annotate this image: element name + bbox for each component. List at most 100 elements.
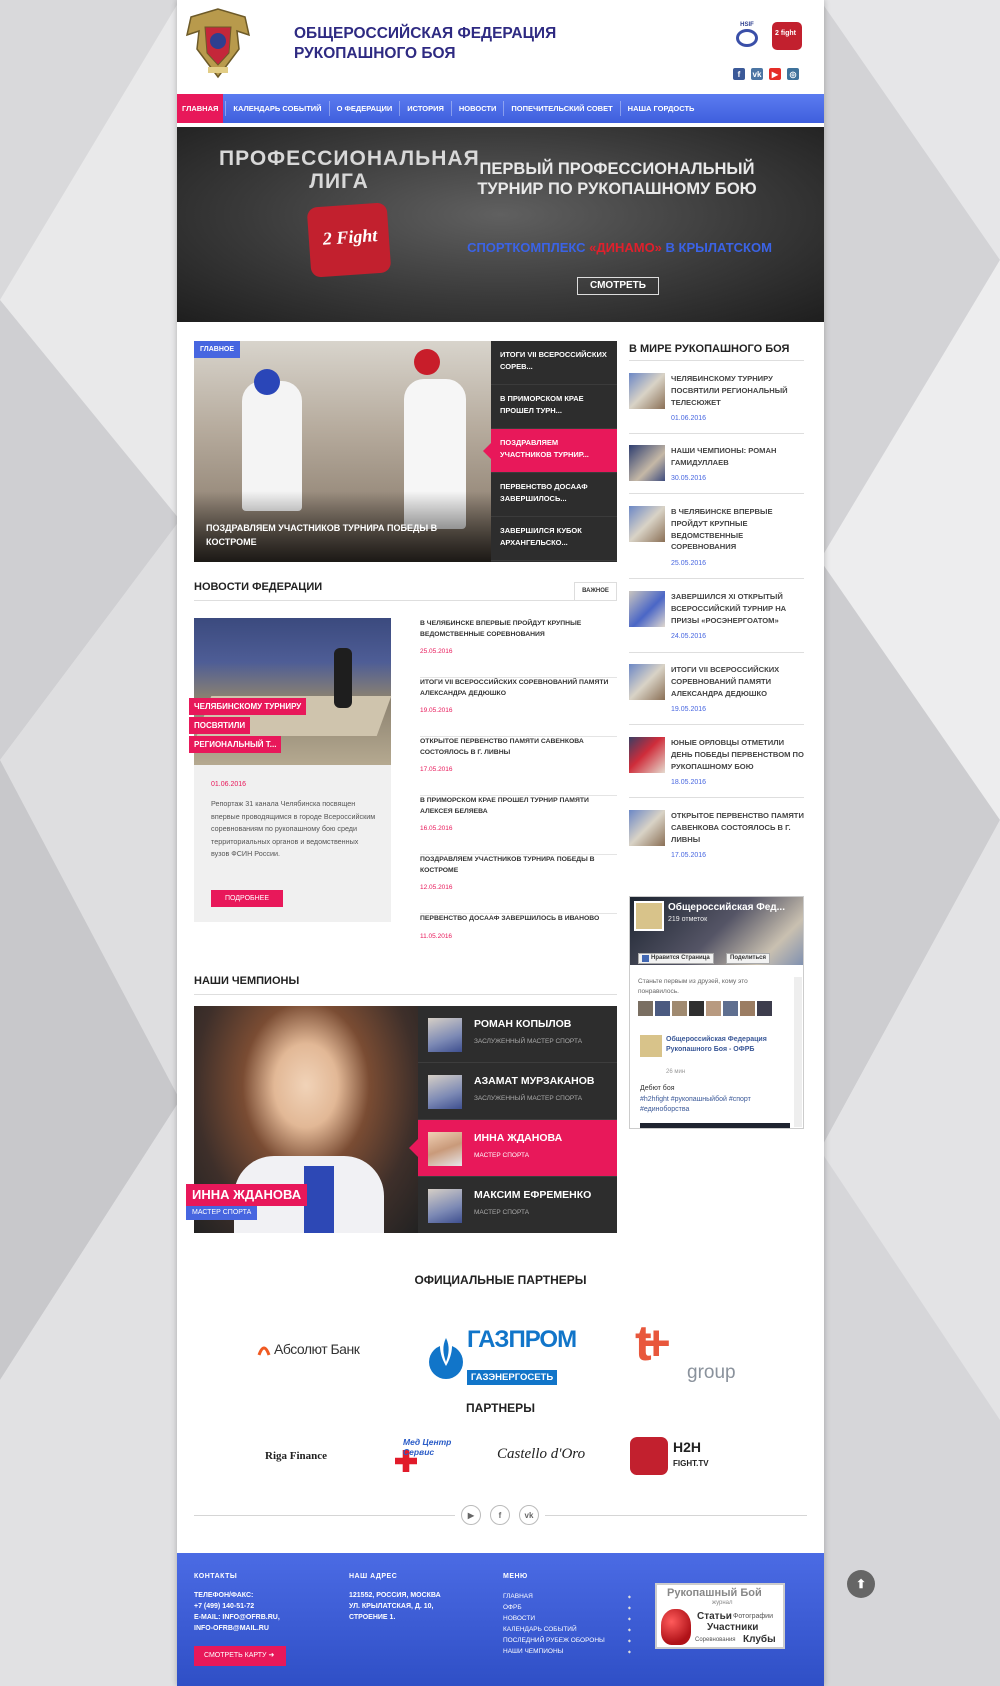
slider-caption[interactable]: ПОЗДРАВЛЯЕМ УЧАСТНИКОВ ТУРНИРА ПОБЕДЫ В … xyxy=(206,522,456,549)
world-news-item[interactable]: ЮНЫЕ ОРЛОВЦЫ ОТМЕТИЛИ ДЕНЬ ПОБЕДЫ ПЕРВЕН… xyxy=(629,737,804,799)
world-news-item[interactable]: НАШИ ЧЕМПИОНЫ: РОМАН ГАМИДУЛЛАЕВ 30.05.2… xyxy=(629,445,804,507)
fb-page-avatar[interactable] xyxy=(634,901,664,931)
champion-item[interactable]: РОМАН КОПЫЛОВ ЗАСЛУЖЕННЫЙ МАСТЕР СПОРТА xyxy=(418,1006,617,1063)
federation-news-item-title[interactable]: ПЕРВЕНСТВО ДОСААФ ЗАВЕРШИЛОСЬ В ИВАНОВО xyxy=(420,914,617,925)
t-plus-group-logo[interactable]: t+ group xyxy=(635,1318,736,1386)
feature-tag-line[interactable]: ЧЕЛЯБИНСКОМУ ТУРНИРУ xyxy=(189,698,307,715)
scroll-to-top-button[interactable]: ⬆ xyxy=(847,1570,875,1598)
fb-share-button[interactable]: Поделиться xyxy=(726,953,771,964)
federation-news-item[interactable]: В ЧЕЛЯБИНСКЕ ВПЕРВЫЕ ПРОЙДУТ КРУПНЫЕ ВЕД… xyxy=(420,619,617,678)
world-news-title[interactable]: НАШИ ЧЕМПИОНЫ: РОМАН ГАМИДУЛЛАЕВ xyxy=(671,445,805,469)
fb-friend-avatar[interactable] xyxy=(689,1001,704,1016)
world-news-title[interactable]: ИТОГИ VII ВСЕРОССИЙСКИХ СОРЕВНОВАНИЙ ПАМ… xyxy=(671,664,805,699)
federation-news-item[interactable]: ИТОГИ VII ВСЕРОССИЙСКИХ СОРЕВНОВАНИЙ ПАМ… xyxy=(420,678,617,737)
footer-menu-item[interactable]: ПОСЛЕДНИЙ РУБЕЖ ОБОРОНЫ xyxy=(503,1635,631,1646)
world-news-title[interactable]: В ЧЕЛЯБИНСКЕ ВПЕРВЫЕ ПРОЙДУТ КРУПНЫЕ ВЕД… xyxy=(671,506,805,553)
fb-page-name[interactable]: Общероссийская Фед... xyxy=(668,902,785,913)
slider-item[interactable]: ЗАВЕРШИЛСЯ КУБОК АРХАНГЕЛЬСКО... xyxy=(491,517,617,561)
champion-item-active[interactable]: ИННА ЖДАНОВА МАСТЕР СПОРТА xyxy=(409,1120,617,1177)
youtube-icon[interactable]: ▶ xyxy=(769,68,781,80)
footer-menu-item[interactable]: ГЛАВНАЯ xyxy=(503,1591,631,1602)
slider-item-active[interactable]: ПОЗДРАВЛЯЕМ УЧАСТНИКОВ ТУРНИР... xyxy=(483,429,617,473)
nav-pride[interactable]: Наша гордость xyxy=(623,94,700,123)
federation-news-item[interactable]: ПОЗДРАВЛЯЕМ УЧАСТНИКОВ ТУРНИРА ПОБЕДЫ В … xyxy=(420,855,617,914)
fb-post-author[interactable]: Общероссийская Федерация Рукопашного Боя… xyxy=(666,1035,791,1055)
world-news-title[interactable]: ЧЕЛЯБИНСКОМУ ТУРНИРУ ПОСВЯТИЛИ РЕГИОНАЛЬ… xyxy=(671,373,805,408)
castello-doro-logo[interactable]: Castello d'Oro xyxy=(497,1446,585,1463)
champion-item[interactable]: МАКСИМ ЕФРЕМЕНКО МАСТЕР СПОРТА xyxy=(418,1177,617,1234)
site-title[interactable]: ОБЩЕРОССИЙСКАЯ ФЕДЕРАЦИЯ РУКОПАШНОГО БОЯ xyxy=(294,24,594,64)
federation-news-item-title[interactable]: ОТКРЫТОЕ ПЕРВЕНСТВО ПАМЯТИ САВЕНКОВА СОС… xyxy=(420,737,617,758)
banner-watch-button[interactable]: СМОТРЕТЬ xyxy=(577,277,659,295)
fb-scrollbar[interactable] xyxy=(794,977,802,1127)
absolut-bank-logo[interactable]: Абсолют Банк xyxy=(257,1341,360,1357)
magazine-banner[interactable]: Рукопашный Бой журнал Статьи Фотографии … xyxy=(655,1583,785,1649)
federation-news-item-title[interactable]: В ЧЕЛЯБИНСКЕ ВПЕРВЫЕ ПРОЙДУТ КРУПНЫЕ ВЕД… xyxy=(420,619,617,640)
instagram-icon[interactable]: ◎ xyxy=(787,68,799,80)
footer-menu-item[interactable]: ОФРБ xyxy=(503,1602,631,1613)
slider-item[interactable]: В ПРИМОРСКОМ КРАЕ ПРОШЕЛ ТУРН... xyxy=(491,385,617,429)
federation-news-item[interactable]: В ПРИМОРСКОМ КРАЕ ПРОШЕЛ ТУРНИР ПАМЯТИ А… xyxy=(420,796,617,855)
footer-menu-item[interactable]: НАШИ ЧЕМПИОНЫ xyxy=(503,1646,631,1657)
fb-post-avatar[interactable] xyxy=(640,1035,662,1057)
h2h-fight-tv-logo[interactable]: H2H FIGHT.TV xyxy=(630,1437,710,1477)
fb-friend-avatar[interactable] xyxy=(638,1001,653,1016)
med-center-service-logo[interactable]: Мед Центр Сервис xyxy=(393,1437,453,1476)
nav-home[interactable]: Главная xyxy=(177,94,224,123)
footer-menu-item[interactable]: НОВОСТИ xyxy=(503,1613,631,1624)
world-news-title[interactable]: ОТКРЫТОЕ ПЕРВЕНСТВО ПАМЯТИ САВЕНКОВА СОС… xyxy=(671,810,805,845)
feature-tag-line[interactable]: РЕГИОНАЛЬНЫЙ Т... xyxy=(189,736,282,753)
federation-news-item-title[interactable]: ИТОГИ VII ВСЕРОССИЙСКИХ СОРЕВНОВАНИЙ ПАМ… xyxy=(420,678,617,699)
nav-history[interactable]: История xyxy=(402,94,449,123)
footer-phone[interactable]: +7 (499) 140-51-72 xyxy=(194,1602,254,1613)
nav-news[interactable]: Новости xyxy=(454,94,502,123)
fb-friend-avatar[interactable] xyxy=(672,1001,687,1016)
footer-map-button[interactable]: СМОТРЕТЬ КАРТУ ➜ xyxy=(194,1646,286,1666)
h2h-fight-logo[interactable]: 2 fight xyxy=(772,22,802,50)
federation-news-item-title[interactable]: ПОЗДРАВЛЯЕМ УЧАСТНИКОВ ТУРНИРА ПОБЕДЫ В … xyxy=(420,855,617,876)
feature-more-button[interactable]: ПОДРОБНЕЕ xyxy=(211,890,283,907)
nav-calendar[interactable]: Календарь событий xyxy=(228,94,326,123)
fb-friend-avatar[interactable] xyxy=(655,1001,670,1016)
fb-friend-avatar[interactable] xyxy=(706,1001,721,1016)
world-news-item[interactable]: В ЧЕЛЯБИНСКЕ ВПЕРВЫЕ ПРОЙДУТ КРУПНЫЕ ВЕД… xyxy=(629,506,804,568)
promo-banner[interactable]: ПРОФЕССИОНАЛЬНАЯ ЛИГА 2 Fight ПЕРВЫЙ ПРО… xyxy=(177,127,824,322)
fb-friend-avatar[interactable] xyxy=(757,1001,772,1016)
hsif-logo[interactable]: HSIF xyxy=(732,22,762,50)
tab-important[interactable]: ВАЖНОЕ xyxy=(574,582,617,600)
fb-friend-avatar[interactable] xyxy=(723,1001,738,1016)
champion-item[interactable]: АЗАМАТ МУРЗАКАНОВ ЗАСЛУЖЕННЫЙ МАСТЕР СПО… xyxy=(418,1063,617,1120)
nav-board[interactable]: Попечительский совет xyxy=(506,94,617,123)
nav-about[interactable]: О федерации xyxy=(332,94,398,123)
footer-email[interactable]: E-MAIL: INFO@OFRB.RU, xyxy=(194,1613,280,1624)
feature-tag-line[interactable]: ПОСВЯТИЛИ xyxy=(189,717,251,734)
slider-item[interactable]: ПЕРВЕНСТВО ДОСААФ ЗАВЕРШИЛОСЬ... xyxy=(491,473,617,517)
gazprom-logo[interactable]: ГАЗПРОМ ГАЗЭНЕРГОСЕТЬ xyxy=(427,1320,577,1386)
world-news-title[interactable]: ЗАВЕРШИЛСЯ XI ОТКРЫТЫЙ ВСЕРОССИЙСКИЙ ТУР… xyxy=(671,591,805,626)
footer-map-button-label: СМОТРЕТЬ КАРТУ xyxy=(204,1652,267,1659)
fb-like-button[interactable]: Нравится Страница xyxy=(638,953,714,964)
youtube-icon[interactable]: ▶ xyxy=(461,1505,481,1525)
med-center-name: Мед Центр Сервис xyxy=(403,1437,452,1457)
vk-icon[interactable]: vk xyxy=(519,1505,539,1525)
world-news-item[interactable]: ИТОГИ VII ВСЕРОССИЙСКИХ СОРЕВНОВАНИЙ ПАМ… xyxy=(629,664,804,726)
fb-post-tags[interactable]: #h2hfight #рукопашныйбой #спорт #единобо… xyxy=(640,1095,790,1115)
fb-friend-avatar[interactable] xyxy=(740,1001,755,1016)
federation-news-item[interactable]: ОТКРЫТОЕ ПЕРВЕНСТВО ПАМЯТИ САВЕНКОВА СОС… xyxy=(420,737,617,796)
footer-menu-item[interactable]: КАЛЕНДАРЬ СОБЫТИЙ xyxy=(503,1624,631,1635)
riga-finance-logo[interactable]: Riga Finance xyxy=(265,1450,327,1462)
slider-item[interactable]: ИТОГИ VII ВСЕРОССИЙСКИХ СОРЕВ... xyxy=(491,341,617,385)
facebook-icon[interactable]: f xyxy=(490,1505,510,1525)
footer-email-2[interactable]: INFO-OFRB@MAIL.RU xyxy=(194,1624,269,1635)
vk-icon[interactable]: vk xyxy=(751,68,763,80)
world-title-line xyxy=(629,360,804,361)
world-news-item[interactable]: ЗАВЕРШИЛСЯ XI ОТКРЫТЫЙ ВСЕРОССИЙСКИЙ ТУР… xyxy=(629,591,804,653)
world-news-title[interactable]: ЮНЫЕ ОРЛОВЦЫ ОТМЕТИЛИ ДЕНЬ ПОБЕДЫ ПЕРВЕН… xyxy=(671,737,805,772)
facebook-icon[interactable]: f xyxy=(733,68,745,80)
magazine-word: Соревнования xyxy=(695,1637,736,1643)
federation-news-item[interactable]: ПЕРВЕНСТВО ДОСААФ ЗАВЕРШИЛОСЬ В ИВАНОВО … xyxy=(420,914,617,973)
federation-news-item-title[interactable]: В ПРИМОРСКОМ КРАЕ ПРОШЕЛ ТУРНИР ПАМЯТИ А… xyxy=(420,796,617,817)
federation-emblem-logo[interactable] xyxy=(183,5,253,82)
world-news-item[interactable]: ОТКРЫТОЕ ПЕРВЕНСТВО ПАМЯТИ САВЕНКОВА СОС… xyxy=(629,810,804,872)
world-news-item[interactable]: ЧЕЛЯБИНСКОМУ ТУРНИРУ ПОСВЯТИЛИ РЕГИОНАЛЬ… xyxy=(629,373,804,435)
